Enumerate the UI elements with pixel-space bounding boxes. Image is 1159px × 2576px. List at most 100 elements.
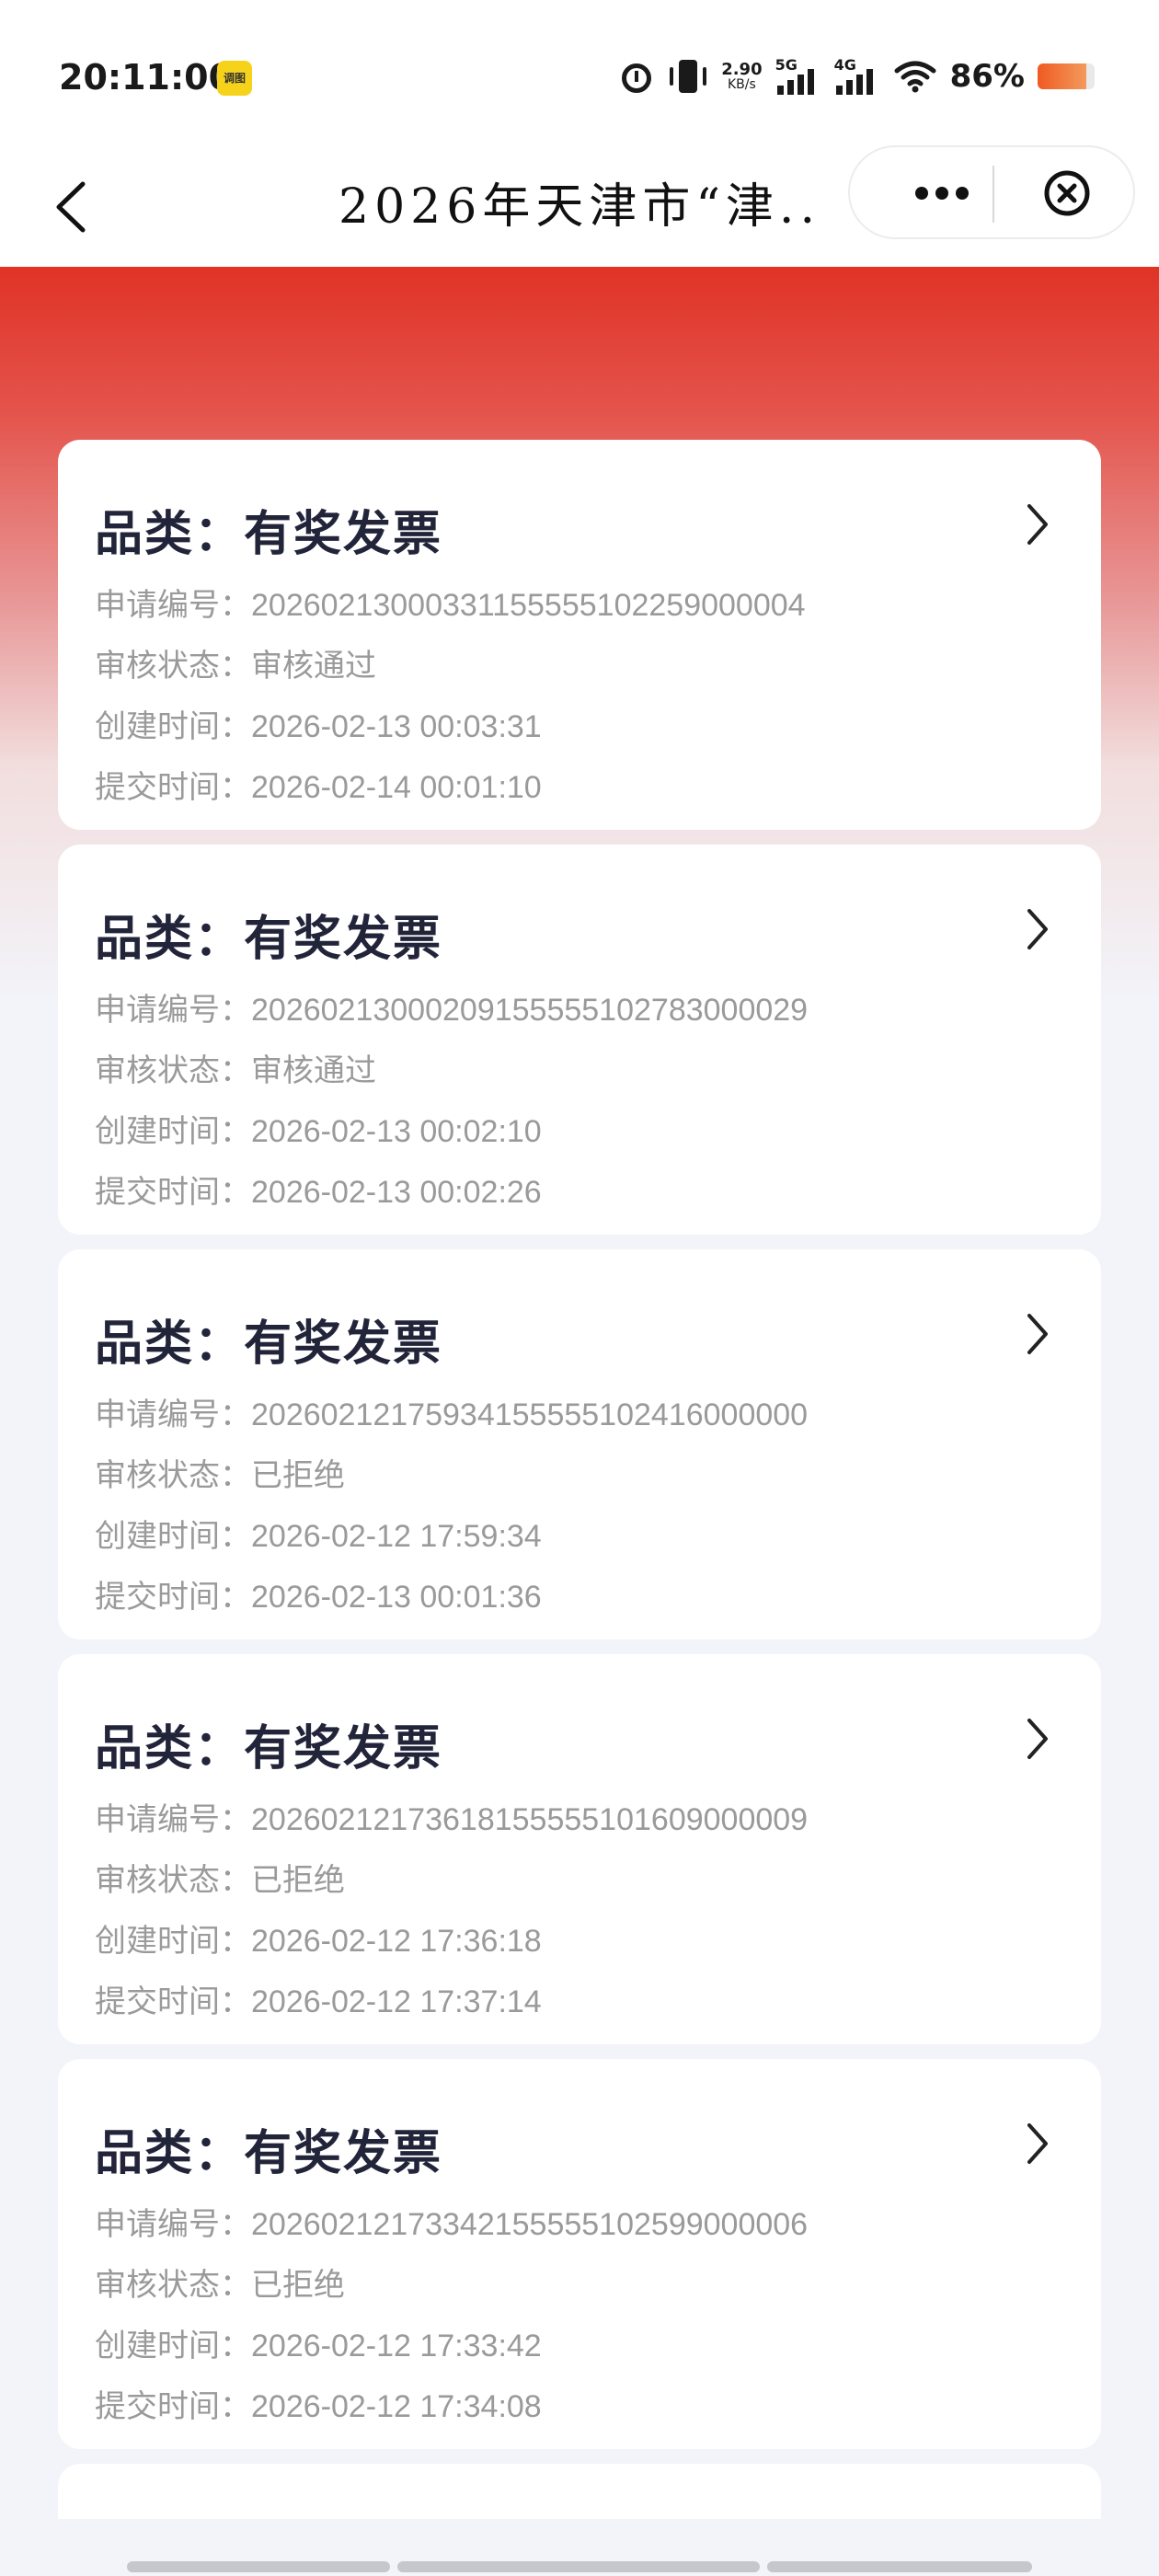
review-status-row: 审核状态：已拒绝 (95, 2260, 345, 2305)
created-time-row: 创建时间：2026-02-12 17:59:34 (95, 1511, 542, 1556)
created-time-label: 创建时间： (95, 1924, 251, 1959)
chevron-left-icon[interactable] (46, 175, 101, 239)
chevron-right-icon[interactable] (1018, 2118, 1055, 2169)
review-status-row: 审核状态：审核通过 (95, 640, 376, 685)
record-card-partial[interactable] (58, 2464, 1101, 2519)
application-no-row: 申请编号：20260212173342155555102599000006 (95, 2199, 808, 2244)
battery-icon (1038, 63, 1095, 89)
status-time: 20:11:00 (59, 57, 234, 98)
submitted-time-row: 提交时间：2026-02-12 17:34:08 (95, 2381, 542, 2426)
created-time-value: 2026-02-12 17:36:18 (251, 1924, 542, 1959)
network-speed-unit: KB/s (728, 77, 756, 92)
application-no-label: 申请编号： (95, 1397, 251, 1432)
bottom-scroll-indicator (127, 2561, 1032, 2572)
signal-5g-icon: 5G (775, 56, 821, 97)
submitted-time-row: 提交时间：2026-02-14 00:01:10 (95, 762, 542, 807)
chevron-right-icon[interactable] (1018, 903, 1055, 955)
chevron-right-icon[interactable] (1018, 1308, 1055, 1360)
battery-fill (1038, 63, 1087, 89)
application-no-value: 20260213000209155555102783000029 (251, 993, 809, 1028)
alarm-icon (618, 58, 655, 95)
network-speed-value: 2.90 (721, 60, 763, 79)
record-category: 品类：有奖发票 (95, 1709, 442, 1778)
application-no-row: 申请编号：20260212175934155555102416000000 (95, 1389, 808, 1434)
review-status-value: 审核通过 (251, 649, 376, 684)
created-time-value: 2026-02-13 00:02:10 (251, 1114, 542, 1149)
review-status-value: 已拒绝 (251, 1458, 345, 1493)
application-no-row: 申请编号：20260213000209155555102783000029 (95, 984, 808, 1029)
created-time-row: 创建时间：2026-02-12 17:33:42 (95, 2320, 542, 2365)
created-time-value: 2026-02-12 17:33:42 (251, 2329, 542, 2363)
close-circle-icon[interactable] (1041, 167, 1093, 219)
application-no-row: 申请编号：20260213000331155555102259000004 (95, 580, 806, 625)
chevron-right-icon[interactable] (1018, 1713, 1055, 1765)
review-status-row: 审核状态：审核通过 (95, 1045, 376, 1090)
record-card[interactable]: 品类：有奖发票 申请编号：202602121736181555551016090… (58, 1654, 1101, 2044)
created-time-label: 创建时间： (95, 1114, 251, 1149)
application-no-value: 20260212173342155555102599000006 (251, 2207, 809, 2242)
submitted-time-value: 2026-02-12 17:34:08 (251, 2389, 542, 2424)
network-speed: 2.90 KB/s (721, 60, 763, 92)
submitted-time-label: 提交时间： (95, 1580, 251, 1615)
review-status-value: 已拒绝 (251, 1863, 345, 1898)
category-label: 品类： (95, 2126, 245, 2181)
review-status-label: 审核状态： (95, 2268, 251, 2303)
vibrate-icon (668, 58, 708, 95)
page-title: 2026年天津市“津... (339, 179, 817, 235)
submitted-time-label: 提交时间： (95, 2389, 251, 2424)
category-label: 品类： (95, 912, 245, 967)
chevron-right-icon[interactable] (1018, 499, 1055, 550)
record-card[interactable]: 品类：有奖发票 申请编号：202602130002091555551027830… (58, 845, 1101, 1235)
submitted-time-label: 提交时间： (95, 1175, 251, 1210)
wifi-icon (893, 58, 937, 95)
battery-percent: 86% (949, 58, 1025, 95)
submitted-time-row: 提交时间：2026-02-12 17:37:14 (95, 1976, 542, 2021)
record-list: 品类：有奖发票 申请编号：202602130003311555551022590… (58, 440, 1101, 2519)
submitted-time-value: 2026-02-13 00:01:36 (251, 1580, 542, 1615)
review-status-value: 审核通过 (251, 1053, 376, 1088)
submitted-time-label: 提交时间： (95, 1984, 251, 2019)
submitted-time-value: 2026-02-14 00:01:10 (251, 770, 542, 805)
more-dots-icon[interactable] (896, 179, 988, 207)
page: 20:11:00 调图 2.90 KB/s 5G 4G 86% 2026年天津市… (0, 0, 1159, 2576)
created-time-row: 创建时间：2026-02-12 17:36:18 (95, 1915, 542, 1961)
created-time-row: 创建时间：2026-02-13 00:02:10 (95, 1106, 542, 1151)
category-value: 有奖发票 (244, 1721, 443, 1777)
status-indicators: 2.90 KB/s 5G 4G 86% (618, 53, 1095, 99)
review-status-row: 审核状态：已拒绝 (95, 1855, 345, 1900)
submitted-time-value: 2026-02-12 17:37:14 (251, 1984, 542, 2019)
application-no-label: 申请编号： (95, 993, 251, 1028)
created-time-row: 创建时间：2026-02-13 00:03:31 (95, 701, 542, 746)
review-status-label: 审核状态： (95, 1863, 251, 1898)
category-value: 有奖发票 (244, 912, 443, 967)
signal-4g-icon: 4G (834, 56, 880, 97)
record-card[interactable]: 品类：有奖发票 申请编号：202602121759341555551024160… (58, 1249, 1101, 1639)
application-no-value: 20260213000331155555102259000004 (251, 588, 806, 623)
submitted-time-label: 提交时间： (95, 770, 251, 805)
category-label: 品类： (95, 507, 245, 562)
mini-program-capsule (848, 145, 1135, 239)
application-no-label: 申请编号： (95, 588, 251, 623)
application-no-value: 20260212173618155555101609000009 (251, 1802, 809, 1837)
review-status-row: 审核状态：已拒绝 (95, 1450, 345, 1495)
category-label: 品类： (95, 1317, 245, 1372)
application-no-row: 申请编号：20260212173618155555101609000009 (95, 1794, 808, 1839)
record-category: 品类：有奖发票 (95, 1305, 442, 1374)
created-time-value: 2026-02-12 17:59:34 (251, 1519, 542, 1554)
submitted-time-row: 提交时间：2026-02-13 00:01:36 (95, 1571, 542, 1616)
review-status-label: 审核状态： (95, 1053, 251, 1088)
record-category: 品类：有奖发票 (95, 495, 442, 564)
category-value: 有奖发票 (244, 507, 443, 562)
record-category: 品类：有奖发票 (95, 2114, 442, 2183)
record-card[interactable]: 品类：有奖发票 申请编号：202602130003311555551022590… (58, 440, 1101, 830)
created-time-label: 创建时间： (95, 709, 251, 744)
review-status-label: 审核状态： (95, 1458, 251, 1493)
record-card[interactable]: 品类：有奖发票 申请编号：202602121733421555551025990… (58, 2059, 1101, 2449)
review-status-label: 审核状态： (95, 649, 251, 684)
record-category: 品类：有奖发票 (95, 900, 442, 969)
category-label: 品类： (95, 1721, 245, 1777)
created-time-label: 创建时间： (95, 1519, 251, 1554)
application-no-value: 20260212175934155555102416000000 (251, 1397, 809, 1432)
application-no-label: 申请编号： (95, 1802, 251, 1837)
submitted-time-row: 提交时间：2026-02-13 00:02:26 (95, 1167, 542, 1212)
